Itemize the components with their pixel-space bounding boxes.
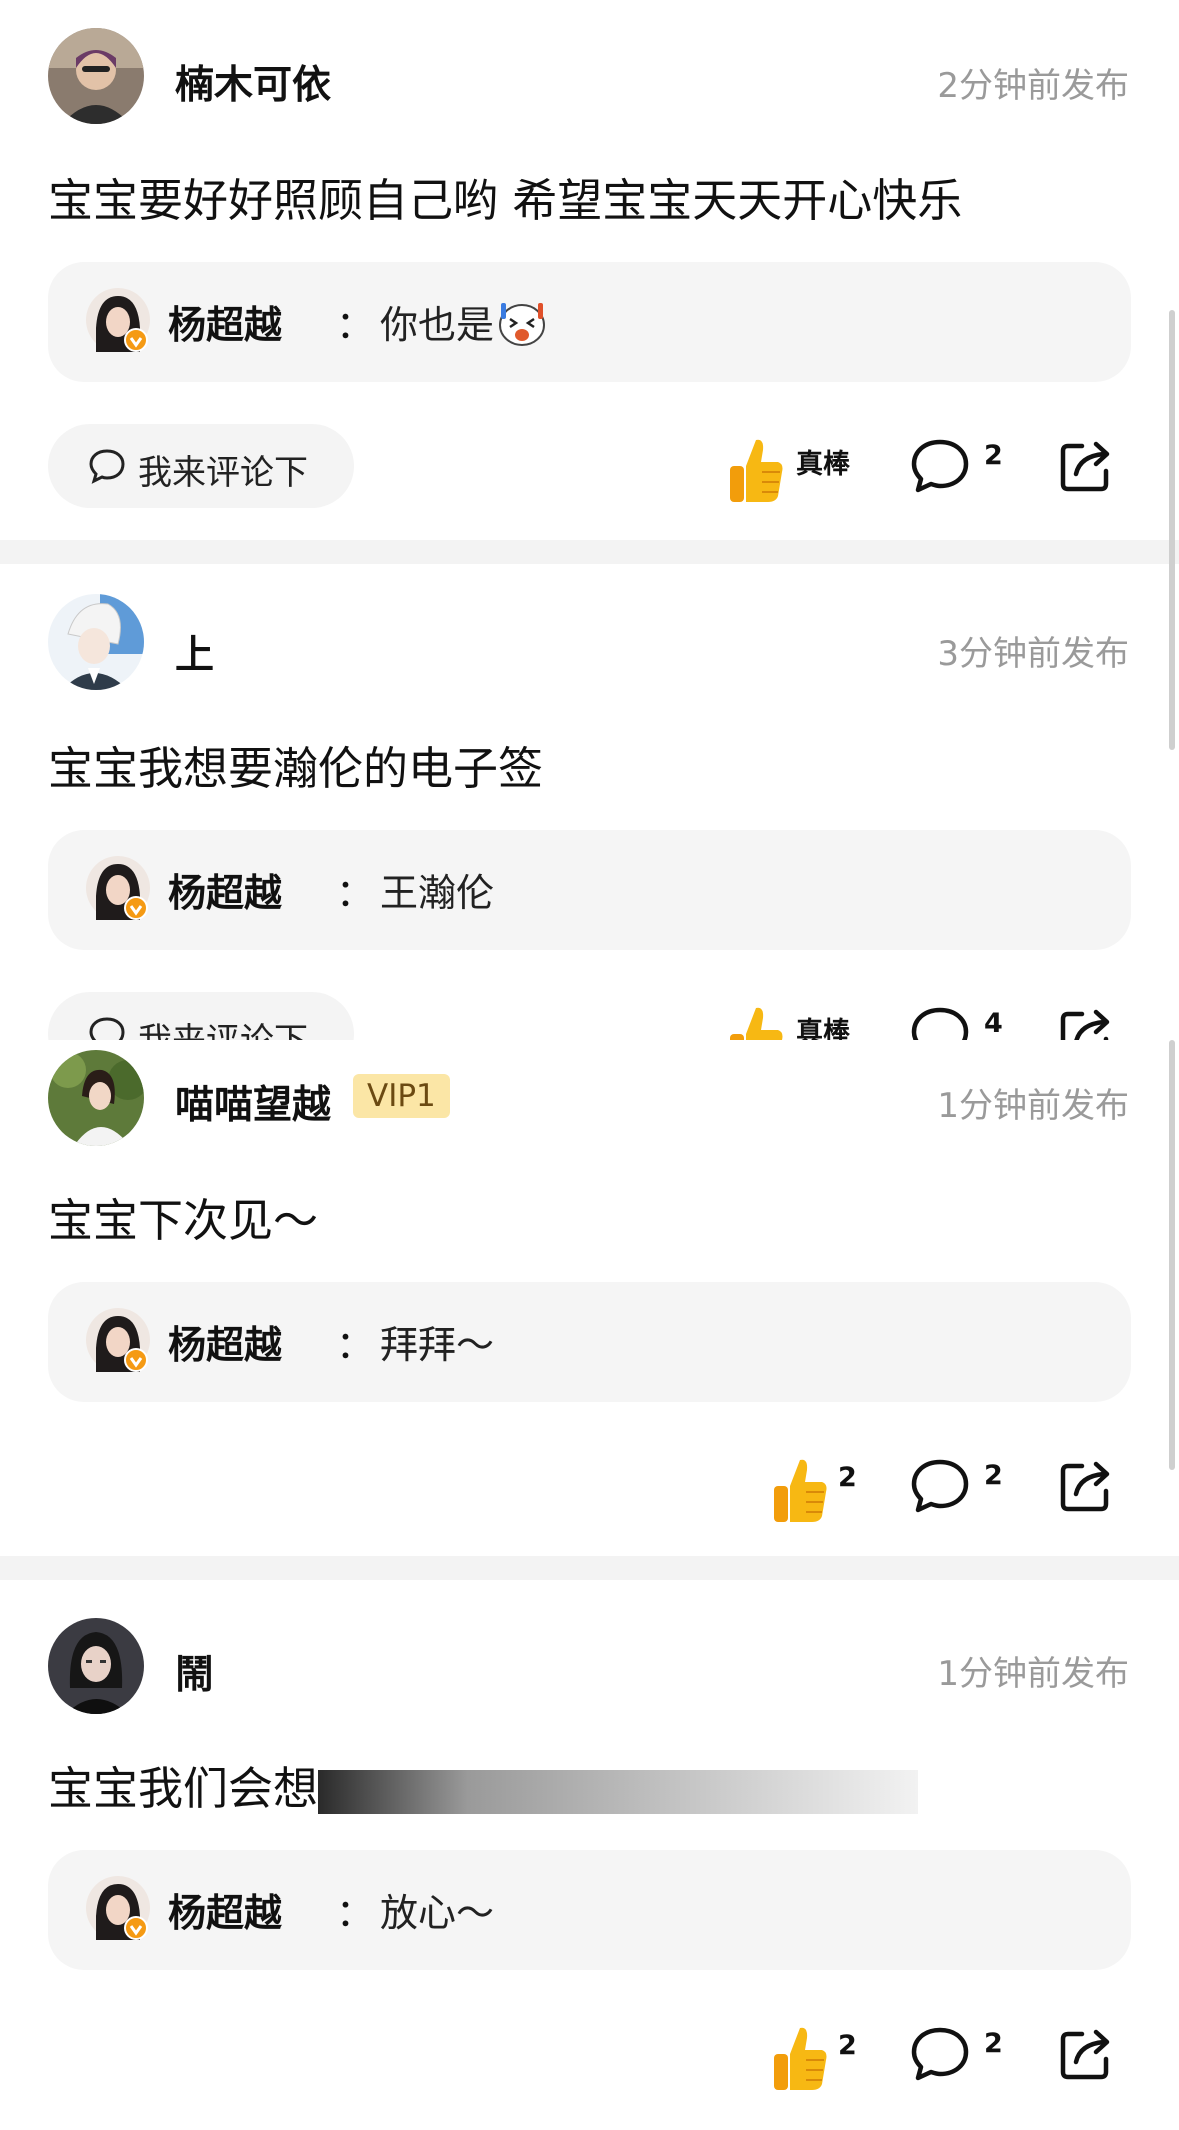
user-avatar[interactable]	[48, 28, 144, 124]
share-icon	[1058, 2029, 1114, 2086]
comment-bubble-icon	[88, 448, 126, 488]
post-text-content: 宝宝我们会想	[48, 1762, 319, 1815]
username[interactable]: 楠木可依	[175, 54, 331, 110]
user-avatar[interactable]	[48, 594, 144, 690]
share-button[interactable]	[1058, 2026, 1114, 2082]
thumbs-up-icon	[770, 2024, 830, 2098]
reply-author[interactable]: 杨超越	[168, 862, 282, 917]
comment-button[interactable]: 2	[910, 1458, 1010, 1518]
comment-input-label: 我来评论下	[138, 453, 308, 493]
post-time: 2分钟前发布	[937, 66, 1129, 106]
thumbs-up-icon	[770, 1456, 830, 1530]
text-fade-overlay	[318, 1770, 919, 1814]
comment-count: 2	[984, 1460, 1003, 1491]
reply-text: 放心～	[380, 1891, 495, 1935]
speech-bubble-icon	[910, 2026, 970, 2086]
like-label: 真棒	[796, 1017, 850, 1040]
comment-count: 2	[984, 440, 1003, 471]
reply-box[interactable]: 杨超越 ： 你也是	[48, 262, 1131, 382]
reply-box[interactable]: 杨超越 ： 放心～	[48, 1850, 1131, 1970]
username[interactable]: 喵喵望越	[175, 1074, 331, 1130]
post-time: 1分钟前发布	[937, 1654, 1129, 1694]
share-button[interactable]	[1058, 1006, 1114, 1040]
reply-author[interactable]: 杨超越	[168, 1882, 282, 1937]
comment-count: 4	[984, 1008, 1003, 1039]
username[interactable]: 上	[175, 624, 214, 680]
scrollbar[interactable]	[1169, 1040, 1175, 1470]
speech-bubble-icon	[910, 438, 970, 498]
reply-author[interactable]: 杨超越	[168, 294, 282, 349]
section-divider	[0, 540, 1179, 564]
comment-input-button[interactable]: 我来评论下	[48, 424, 354, 508]
post-card: 喵喵望越 VIP1 1分钟前发布 宝宝下次见～ 杨超越 ： 拜拜～ 2 2	[0, 1040, 1179, 1556]
thumbs-up-icon	[726, 1004, 786, 1040]
post-text: 宝宝要好好照顾自己哟 希望宝宝天天开心快乐	[48, 174, 963, 227]
reply-avatar	[86, 1308, 150, 1372]
reply-box[interactable]: 杨超越 ： 王瀚伦	[48, 830, 1131, 950]
username[interactable]: 鬧	[175, 1644, 214, 1700]
comment-input-button[interactable]: 我来评论下	[48, 992, 354, 1040]
comment-count: 2	[984, 2028, 1003, 2059]
vip-badge: VIP1	[353, 1074, 450, 1118]
section-divider	[0, 1556, 1179, 1580]
reply-colon: ：	[336, 871, 375, 915]
comment-button[interactable]: 4	[910, 1006, 1010, 1040]
like-button[interactable]: 2	[770, 2020, 870, 2100]
post-text: 宝宝我们会想	[48, 1752, 919, 1817]
reply-text: 拜拜～	[380, 1323, 495, 1367]
like-button[interactable]: 2	[770, 1452, 870, 1532]
reply-text-content: 你也是	[380, 303, 495, 347]
verified-badge-icon	[124, 1348, 148, 1372]
post-text: 宝宝下次见～	[48, 1194, 319, 1247]
share-icon	[1058, 1461, 1114, 1518]
reply-text: 王瀚伦	[380, 871, 495, 915]
post-card: 上 3分钟前发布 宝宝我想要瀚伦的电子签 杨超越 ： 王瀚伦 我来评论下 真棒 …	[0, 564, 1179, 1040]
share-button[interactable]	[1058, 438, 1114, 494]
post-time: 3分钟前发布	[937, 634, 1129, 674]
reply-author[interactable]: 杨超越	[168, 1314, 282, 1369]
thumbs-up-icon	[726, 436, 786, 510]
comment-bubble-icon	[88, 1016, 126, 1040]
like-button[interactable]: 真棒	[726, 1000, 856, 1040]
user-avatar[interactable]	[48, 1050, 144, 1146]
speech-bubble-icon	[910, 1006, 970, 1040]
comment-button[interactable]: 2	[910, 438, 1010, 498]
reply-colon: ：	[336, 303, 375, 347]
reply-colon: ：	[336, 1323, 375, 1367]
post-card: 鬧 1分钟前发布 宝宝我们会想 杨超越 ： 放心～ 2 2	[0, 1580, 1179, 2130]
scrollbar[interactable]	[1169, 310, 1175, 750]
reply-avatar	[86, 1876, 150, 1940]
like-count: 2	[838, 1462, 857, 1493]
like-button[interactable]: 真棒	[726, 432, 856, 512]
comment-button[interactable]: 2	[910, 2026, 1010, 2086]
reply-text: 你也是	[380, 294, 548, 358]
verified-badge-icon	[124, 896, 148, 920]
like-count: 2	[838, 2030, 857, 2061]
speech-bubble-icon	[910, 1458, 970, 1518]
user-avatar[interactable]	[48, 1618, 144, 1714]
reply-avatar	[86, 856, 150, 920]
reply-colon: ：	[336, 1891, 375, 1935]
post-time: 1分钟前发布	[937, 1086, 1129, 1126]
comment-input-label: 我来评论下	[138, 1013, 308, 1040]
post-text: 宝宝我想要瀚伦的电子签	[48, 742, 544, 795]
verified-badge-icon	[124, 328, 148, 352]
post-card: 楠木可依 2分钟前发布 宝宝要好好照顾自己哟 希望宝宝天天开心快乐 杨超越 ： …	[0, 0, 1179, 540]
share-button[interactable]	[1058, 1458, 1114, 1514]
like-label: 真棒	[796, 449, 850, 480]
crying-emoji-icon	[496, 297, 548, 358]
reply-avatar	[86, 288, 150, 352]
share-icon	[1058, 441, 1114, 498]
reply-box[interactable]: 杨超越 ： 拜拜～	[48, 1282, 1131, 1402]
verified-badge-icon	[124, 1916, 148, 1940]
